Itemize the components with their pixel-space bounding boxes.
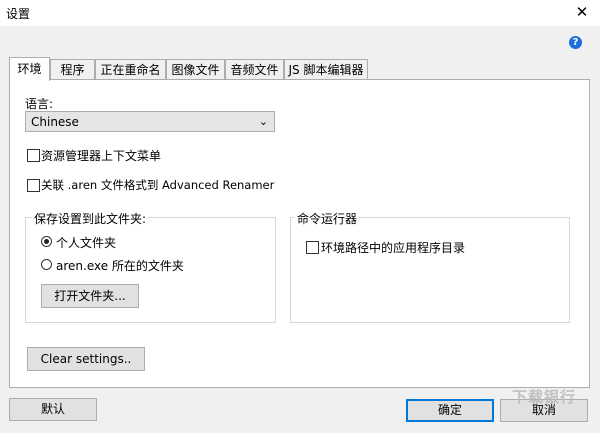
tab-js-editor[interactable]: JS 脚本编辑器 [284,59,368,79]
context-menu-label: 资源管理器上下文菜单 [41,149,162,163]
title-bar: 设置 ✕ [0,0,600,26]
help-icon[interactable]: ? [569,36,582,49]
ok-button[interactable]: 确定 [406,399,494,422]
language-select[interactable]: Chinese ⌄ [25,111,275,132]
associate-aren-checkbox[interactable] [27,179,40,192]
chevron-down-icon: ⌄ [258,115,268,128]
default-button[interactable]: 默认 [9,398,97,421]
exe-folder-label: aren.exe 所在的文件夹 [56,259,184,273]
language-value: Chinese [31,115,79,129]
env-path-label: 环境路径中的应用程序目录 [321,241,466,255]
save-settings-title: 保存设置到此文件夹: [32,210,149,227]
watermark-logo: 下载银行 [512,388,577,406]
env-path-checkbox[interactable] [306,241,319,254]
close-icon[interactable]: ✕ [572,2,592,22]
context-menu-checkbox[interactable] [27,149,40,162]
associate-aren-label: 关联 .aren 文件格式到 Advanced Renamer [41,178,275,192]
personal-folder-label: 个人文件夹 [56,236,117,250]
tab-renaming[interactable]: 正在重命名 [95,59,166,79]
tab-image-files[interactable]: 图像文件 [166,59,225,79]
command-runner-title: 命令运行器 [295,210,360,227]
window-title: 设置 [6,7,31,21]
exe-folder-radio[interactable] [41,259,52,270]
personal-folder-radio[interactable] [41,236,52,247]
command-runner-group: 命令运行器 [290,210,570,323]
clear-settings-button[interactable]: Clear settings.. [27,347,145,371]
tab-environment[interactable]: 环境 [9,57,50,81]
tab-audio-files[interactable]: 音频文件 [225,59,284,79]
open-folder-button[interactable]: 打开文件夹... [41,284,139,308]
tab-program[interactable]: 程序 [50,59,95,79]
language-label: 语言: [25,97,54,111]
